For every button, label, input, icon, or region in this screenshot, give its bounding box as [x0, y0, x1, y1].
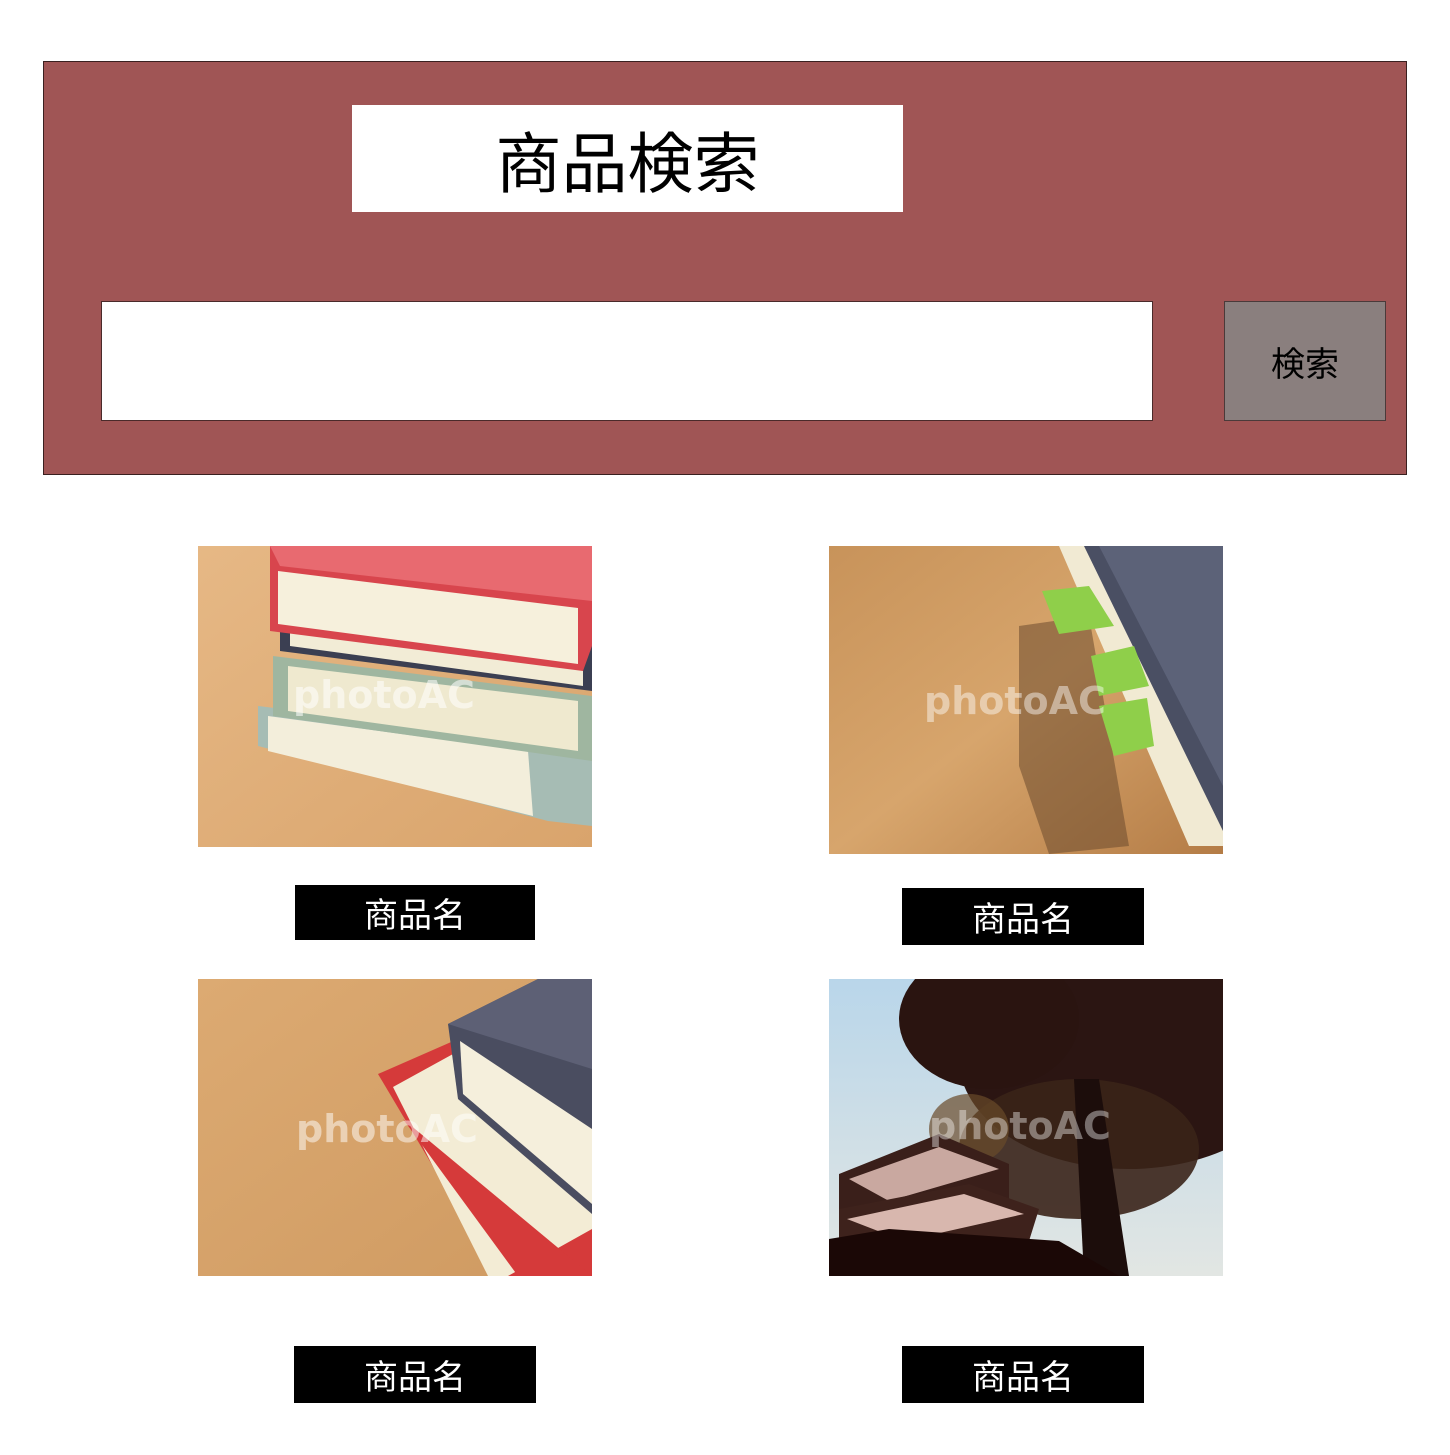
- books-tree-photo: photoAC: [829, 979, 1223, 1276]
- product-image[interactable]: photoAC: [198, 546, 592, 847]
- svg-text:photoAC: photoAC: [296, 1107, 478, 1151]
- product-image[interactable]: photoAC: [829, 546, 1223, 854]
- search-button[interactable]: 検索: [1224, 301, 1386, 421]
- page-title: 商品検索: [352, 105, 903, 212]
- svg-text:photoAC: photoAC: [924, 679, 1106, 723]
- search-header: 商品検索 検索: [43, 61, 1407, 475]
- product-name-1[interactable]: 商品名: [295, 885, 535, 940]
- product-name-4[interactable]: 商品名: [902, 1346, 1144, 1403]
- sticky-tabs-book-photo: photoAC: [829, 546, 1223, 854]
- product-image[interactable]: photoAC: [198, 979, 592, 1276]
- product-name-3[interactable]: 商品名: [294, 1346, 536, 1403]
- svg-text:photoAC: photoAC: [293, 673, 475, 717]
- search-input[interactable]: [101, 301, 1153, 421]
- red-navy-books-photo: photoAC: [198, 979, 592, 1276]
- product-image[interactable]: photoAC: [829, 979, 1223, 1276]
- stacked-books-photo: photoAC: [198, 546, 592, 847]
- svg-text:photoAC: photoAC: [929, 1104, 1111, 1148]
- product-name-2[interactable]: 商品名: [902, 888, 1144, 945]
